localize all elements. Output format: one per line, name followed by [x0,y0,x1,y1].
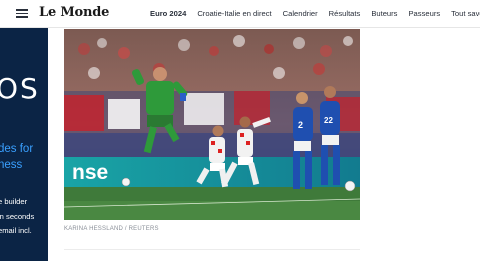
nav-link-euro-2024[interactable]: Euro 2024 [150,9,186,21]
svg-text:2: 2 [298,120,303,130]
content-divider [64,249,360,250]
photo-credit: KARINA HESSLAND / REUTERS [64,226,159,232]
ad-body-line: email incl. [0,226,32,235]
ad-tagline-line: ness [0,159,23,171]
nav-link-live[interactable]: Croatie-Italie en direct [197,9,271,21]
led-board-text: nse [72,161,108,184]
nav-link-calendar[interactable]: Calendrier [283,9,318,21]
top-navigation-bar: Le Monde Euro 2024 Croatie-Italie en dir… [0,0,480,28]
nav-link-assists[interactable]: Passeurs [408,9,440,21]
article-photo: nse 2 22 [64,29,360,220]
nav-link-scorers[interactable]: Buteurs [371,9,397,21]
svg-text:22: 22 [324,116,333,125]
ad-tagline: des for ness [0,141,33,173]
ad-headline: OS [0,72,40,105]
site-logo[interactable]: Le Monde [39,5,109,20]
menu-icon[interactable] [16,9,28,18]
nav-link-results[interactable]: Résultats [329,9,361,21]
section-nav: Euro 2024 Croatie-Italie en direct Calen… [150,9,480,21]
ad-body-line: in seconds [0,211,35,221]
nav-link-all[interactable]: Tout savoir [451,9,480,21]
side-advertisement[interactable]: OS des for ness e builder in seconds ema… [0,28,48,261]
ad-body-line: e builder [0,197,28,206]
ad-body: e builder in seconds email incl. [0,195,34,239]
ad-tagline-line: des for [0,143,34,155]
